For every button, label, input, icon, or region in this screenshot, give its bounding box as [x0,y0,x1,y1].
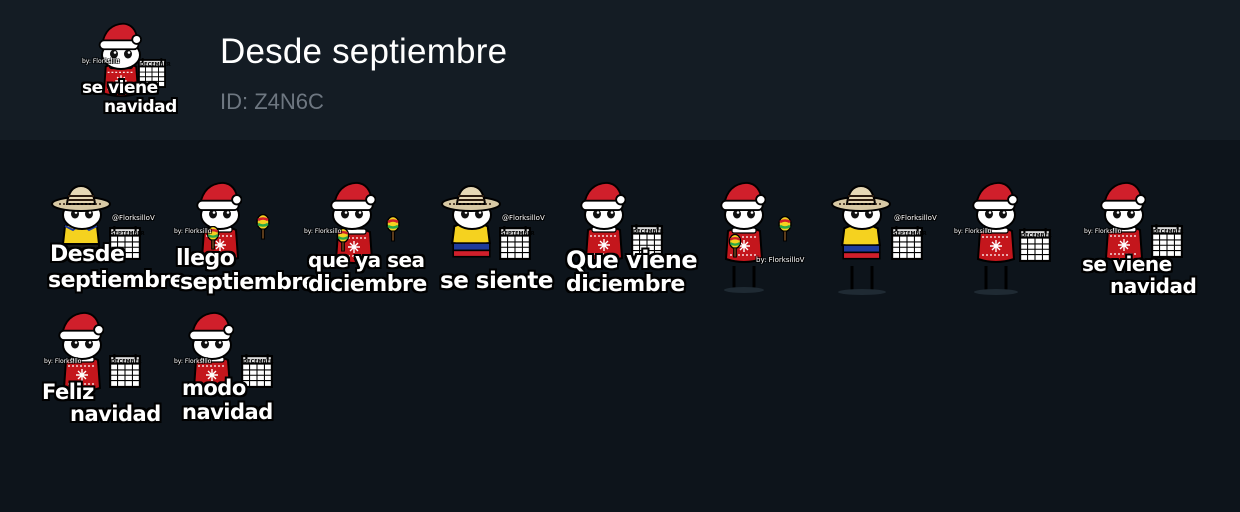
watermark: by: Florksillo [174,228,212,235]
watermark: by: Florksillo [82,58,120,65]
caption-line-2: diciembre [308,272,427,297]
watermark: by: Florksillo [174,358,212,365]
caption-line-1: que ya sea [308,248,425,272]
caption-line-2: navidad [1110,274,1197,298]
caption-line-1: llego [176,246,235,271]
sticker-11[interactable]: DECEMBER by: Florksillo modo navidad [168,306,296,434]
caption-line-2: septiembre [180,270,317,295]
calendar-label: SEPTEMBER [501,231,535,237]
watermark: by: Florksillo [954,228,992,235]
caption-line-2: septiembre [48,268,185,293]
calendar-label: SEPTEMBER [893,231,927,237]
caption-line-1: Feliz [42,380,94,404]
pack-icon: DECEMBER by: Florksillo se viene navidad [78,18,177,122]
sticker-grid: SEPTEMBER @FlorksilloV Desde septiembre … [0,140,1240,512]
watermark: by: Florksillo [304,228,342,235]
sticker-7[interactable]: SEPTEMBER @FlorksilloV [812,176,940,304]
calendar-label: SEPTEMBER [111,231,145,237]
caption-line-2: diciembre [566,272,685,297]
watermark: by: Florksillo [1084,228,1122,235]
caption-line-2: navidad [182,400,273,424]
sticker-6[interactable]: by: FlorksilloV [684,176,812,304]
calendar-label: DECEMBER [140,62,171,68]
caption-line-1: modo [182,376,246,400]
sticker-5[interactable]: DECEMBER Que viene diciembre [556,176,698,304]
calendar-label: DECEMBER [633,229,664,235]
calendar-label: DECEMBER [1153,229,1184,235]
pack-header: DECEMBER by: Florksillo se viene navidad… [0,0,1240,140]
caption-line-2: navidad [70,402,161,426]
caption-line-1: se viene [1082,252,1172,276]
icon-caption-line-1: se viene [82,78,158,98]
caption-line-1: Desde [50,242,125,267]
watermark: by: Florksillo [44,358,82,365]
calendar-label: DECEMBER [111,359,142,365]
santa-maracas-character-icon [720,181,792,293]
watermark: by: FlorksilloV [756,256,805,264]
sticker-4[interactable]: SEPTEMBER @FlorksilloV se siente [426,176,554,304]
sticker-10[interactable]: DECEMBER by: Florksillo Feliz navidad [40,306,168,434]
icon-caption-line-2: navidad [104,97,177,117]
sticker-3[interactable]: by: Florksillo que ya sea diciembre [298,176,427,304]
pack-id[interactable]: ID: Z4N6C [220,89,324,115]
caption-line-1: se siente [440,268,553,294]
santa-calendar-character-icon: DECEMBER [972,181,1052,295]
sticker-1[interactable]: SEPTEMBER @FlorksilloV Desde septiembre [40,176,185,304]
sombrero-colombia-character-icon: SEPTEMBER [830,184,927,295]
watermark: @FlorksilloV [502,214,545,222]
pack-title: Desde septiembre [220,32,508,71]
watermark: @FlorksilloV [112,214,155,222]
calendar-label: DECEMBER [1021,233,1052,239]
sticker-9[interactable]: DECEMBER by: Florksillo se viene navidad [1070,176,1198,304]
sticker-2[interactable]: by: Florksillo llego septiembre [168,176,317,304]
caption-line-1: Que viene [566,246,698,274]
watermark: @FlorksilloV [894,214,937,222]
calendar-label: DECEMBER [243,359,274,365]
sticker-8[interactable]: DECEMBER by: Florksillo [940,176,1068,304]
